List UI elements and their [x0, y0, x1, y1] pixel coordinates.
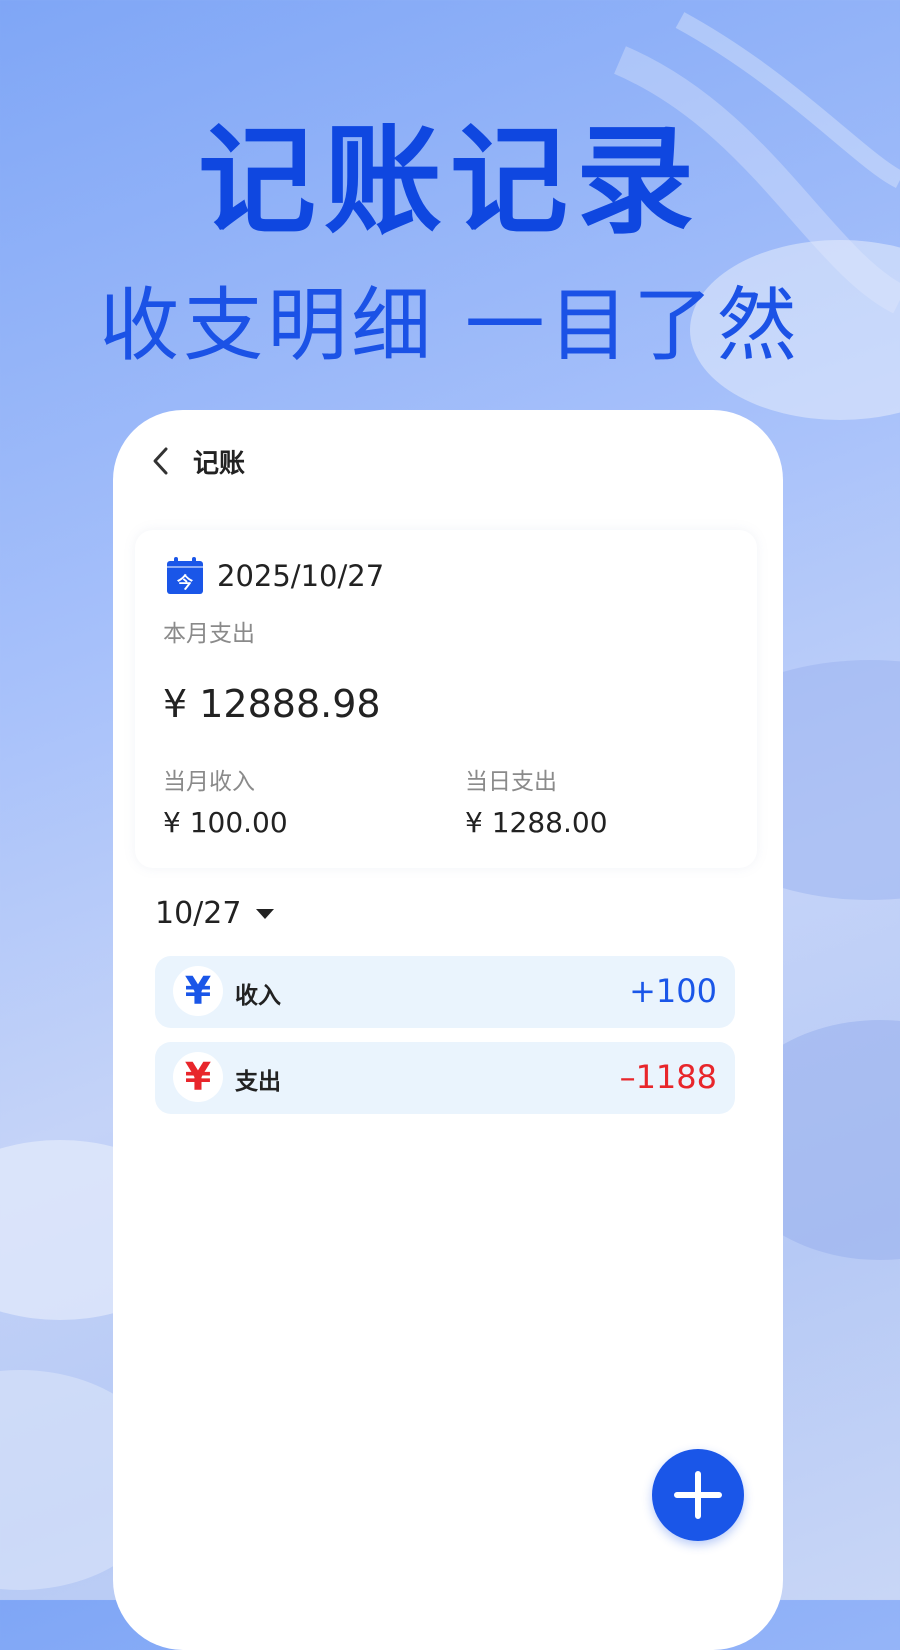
date-selector[interactable]: 今 2025/10/27: [165, 556, 384, 596]
calendar-icon: 今: [167, 557, 203, 594]
current-date: 2025/10/27: [217, 559, 385, 593]
month-income-label: 当月收入: [163, 769, 255, 795]
day-filter-label: 10/27: [155, 896, 242, 931]
yuan-icon: ¥: [173, 1052, 223, 1102]
nav-bar: 记账: [141, 438, 245, 484]
month-expense-label: 本月支出: [163, 621, 255, 647]
day-expense-value: ¥ 1288.00: [465, 806, 608, 839]
svg-text:今: 今: [176, 573, 193, 592]
plus-icon: [674, 1471, 722, 1519]
record-amount: +100: [629, 972, 717, 1010]
record-label: 支出: [235, 1069, 281, 1095]
month-income-value: ¥ 100.00: [163, 806, 288, 839]
chevron-left-icon: [153, 447, 168, 475]
back-button[interactable]: [141, 441, 181, 481]
records-card: 10/27 ¥ 收入 +100 ¥ 支出 –1188: [135, 878, 757, 1138]
income-record[interactable]: ¥ 收入 +100: [155, 956, 735, 1028]
summary-card: 今 2025/10/27 本月支出 ¥ 12888.98 当月收入 当日支出 ¥…: [135, 530, 757, 868]
yuan-icon: ¥: [173, 966, 223, 1016]
caret-down-icon: [256, 908, 275, 919]
day-expense-label: 当日支出: [465, 769, 557, 795]
phone-screen: 记账 今 2025/10/27 本月支出 ¥ 12888.98 当月收入 当日支…: [113, 410, 783, 1650]
hero-subtitle: 收支明细 一目了然: [99, 279, 801, 372]
hero-title: 记账记录: [197, 112, 702, 250]
record-label: 收入: [235, 983, 281, 1009]
expense-record[interactable]: ¥ 支出 –1188: [155, 1042, 735, 1114]
add-record-button[interactable]: [652, 1449, 744, 1541]
record-amount: –1188: [619, 1058, 717, 1096]
page-title: 记账: [193, 448, 246, 479]
month-expense-value: ¥ 12888.98: [163, 682, 381, 726]
day-filter-dropdown[interactable]: 10/27: [155, 896, 275, 931]
